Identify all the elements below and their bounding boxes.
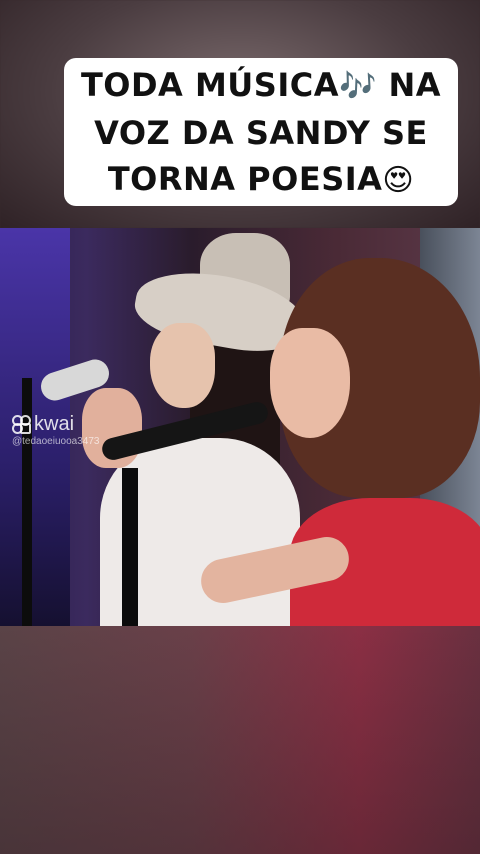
- caption-line-2: VOZ DA SANDY SE: [82, 110, 440, 156]
- music-notes-emoji: 🎶: [338, 69, 377, 104]
- kwai-brand-text: kwai: [34, 413, 75, 435]
- kwai-logo-icon: [12, 415, 31, 434]
- caption-overlay: TODA MÚSICA🎶 NA VOZ DA SANDY SE TORNA PO…: [64, 58, 458, 206]
- caption-text-1: TODA MÚSICA: [80, 66, 339, 104]
- caption-text-3: TORNA POESIA: [107, 160, 383, 198]
- singer-right-face: [270, 328, 350, 438]
- caption-line-1: TODA MÚSICA🎶 NA: [68, 62, 454, 110]
- mic-stand-right: [122, 468, 138, 626]
- kwai-logo: kwai: [12, 414, 99, 434]
- kwai-watermark: kwai @tedaoeiuooa3473: [12, 414, 99, 447]
- blurred-background-bottom: [0, 626, 480, 854]
- caption-text-1-end: NA: [376, 66, 442, 104]
- kwai-user-handle: @tedaoeiuooa3473: [12, 436, 100, 447]
- heart-eyes-emoji: 😍: [382, 163, 415, 198]
- caption-line-3: TORNA POESIA😍: [95, 156, 427, 204]
- singer-right: [197, 258, 480, 626]
- caption-box: TODA MÚSICA🎶 NA VOZ DA SANDY SE TORNA PO…: [64, 58, 458, 206]
- singer-left-face: [150, 323, 215, 408]
